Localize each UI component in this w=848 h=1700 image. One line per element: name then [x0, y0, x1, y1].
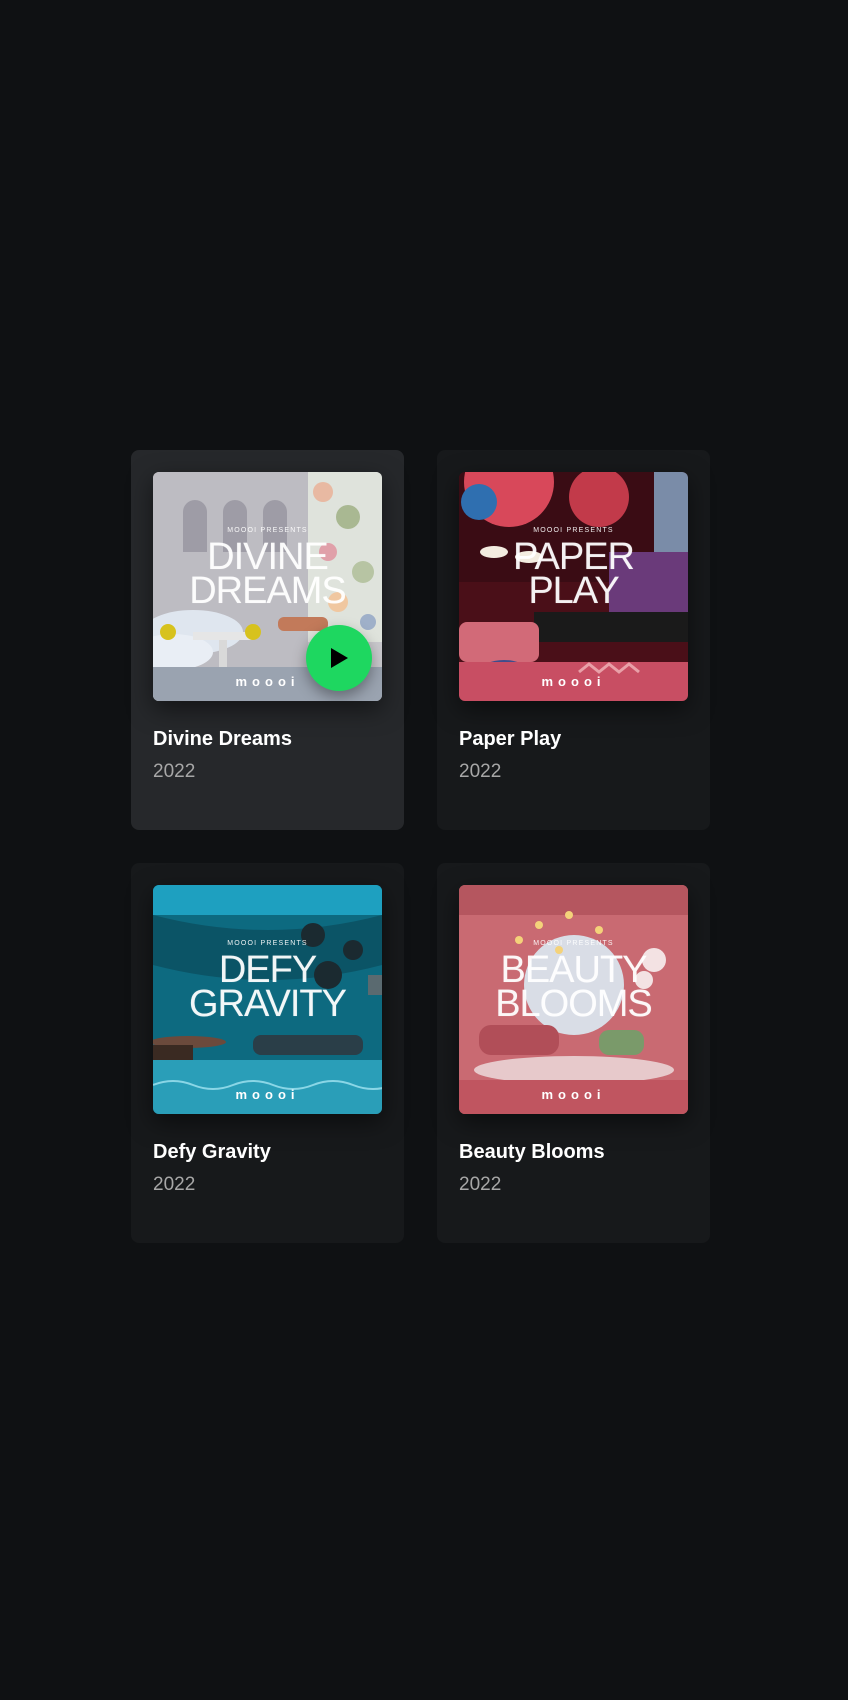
- album-title: Divine Dreams: [153, 728, 292, 750]
- play-icon: [331, 648, 348, 668]
- album-year: 2022: [153, 1174, 196, 1195]
- play-button[interactable]: [306, 625, 372, 691]
- cover-presents: MOOOI PRESENTS: [227, 527, 308, 534]
- album-title: Beauty Blooms: [459, 1141, 605, 1163]
- album-card-beauty-blooms[interactable]: MOOOI PRESENTS BEAUTY BLOOMS moooi Beaut…: [437, 863, 710, 1243]
- cover-presents: MOOOI PRESENTS: [533, 940, 614, 947]
- album-title: Defy Gravity: [153, 1141, 271, 1163]
- cover-title: PAPER PLAY: [512, 536, 635, 612]
- album-year: 2022: [153, 761, 196, 782]
- cover-brand-logo: moooi: [541, 1087, 606, 1102]
- cover-text: MOOOI PRESENTS PAPER PLAY: [459, 527, 688, 612]
- album-year: 2022: [459, 1174, 502, 1195]
- album-cover[interactable]: MOOOI PRESENTS DEFY GRAVITY moooi: [153, 885, 382, 1114]
- cover-title: DIVINE DREAMS: [189, 536, 347, 612]
- cover-brand-logo: moooi: [541, 674, 606, 689]
- cover-brand-logo: moooi: [235, 1087, 300, 1102]
- cover-text: MOOOI PRESENTS DIVINE DREAMS: [153, 527, 382, 612]
- cover-text: MOOOI PRESENTS BEAUTY BLOOMS: [459, 940, 688, 1025]
- album-cover[interactable]: MOOOI PRESENTS PAPER PLAY moooi: [459, 472, 688, 701]
- album-cover[interactable]: MOOOI PRESENTS DIVINE DREAMS moooi: [153, 472, 382, 701]
- album-title: Paper Play: [459, 728, 562, 750]
- album-card-paper-play[interactable]: MOOOI PRESENTS PAPER PLAY moooi Paper Pl…: [437, 450, 710, 830]
- album-grid: MOOOI PRESENTS DIVINE DREAMS moooi Divin…: [131, 450, 710, 1243]
- cover-presents: MOOOI PRESENTS: [227, 940, 308, 947]
- album-card-defy-gravity[interactable]: MOOOI PRESENTS DEFY GRAVITY moooi Defy G…: [131, 863, 404, 1243]
- cover-title: DEFY GRAVITY: [189, 949, 347, 1025]
- cover-presents: MOOOI PRESENTS: [533, 527, 614, 534]
- cover-title: BEAUTY BLOOMS: [495, 949, 653, 1025]
- album-cover[interactable]: MOOOI PRESENTS BEAUTY BLOOMS moooi: [459, 885, 688, 1114]
- album-card-divine-dreams[interactable]: MOOOI PRESENTS DIVINE DREAMS moooi Divin…: [131, 450, 404, 830]
- cover-text: MOOOI PRESENTS DEFY GRAVITY: [153, 940, 382, 1025]
- album-year: 2022: [459, 761, 502, 782]
